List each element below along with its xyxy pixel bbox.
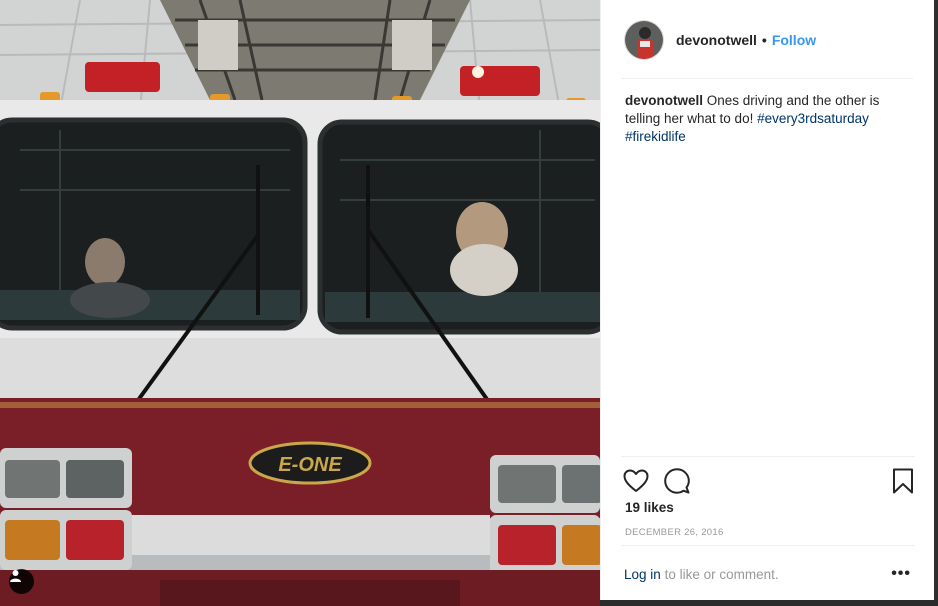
backdrop-strip [600,600,938,606]
user-tag-button[interactable] [9,569,34,594]
login-link[interactable]: Log in [624,567,661,582]
header-separator: • [761,31,767,48]
heart-icon [623,469,649,492]
backdrop-strip [934,0,938,606]
caption-username[interactable]: devonotwell [625,93,703,108]
post-caption: devonotwell Ones driving and the other i… [625,92,915,146]
header-username[interactable]: devonotwell [676,32,757,48]
avatar[interactable] [624,19,664,60]
post-side-panel: devonotwell • Follow devonotwell Ones dr… [600,0,934,600]
post-footer: Log in to like or comment. ••• [621,545,915,600]
post-header: devonotwell • Follow [601,0,935,79]
person-icon [10,570,21,582]
hashtag-link[interactable]: #firekidlife [625,129,686,144]
comment-icon [664,468,690,494]
more-options-button[interactable]: ••• [891,565,911,583]
follow-button[interactable]: Follow [772,32,816,48]
save-button[interactable] [889,467,917,495]
fire-truck-photo: E-ONE [0,0,600,606]
like-count[interactable]: 19 likes [625,500,674,515]
post-photo[interactable]: E-ONE [0,0,600,606]
post-actions [621,456,915,506]
hashtag-link[interactable]: #every3rdsaturday [757,111,869,126]
like-button[interactable] [622,467,650,495]
bookmark-icon [893,468,913,494]
post-date: DECEMBER 26, 2016 [625,527,724,538]
comment-button[interactable] [663,467,691,495]
login-prompt: Log in to like or comment. [624,567,779,582]
brand-plate-text: E-ONE [278,454,342,476]
login-suffix: to like or comment. [664,567,779,582]
